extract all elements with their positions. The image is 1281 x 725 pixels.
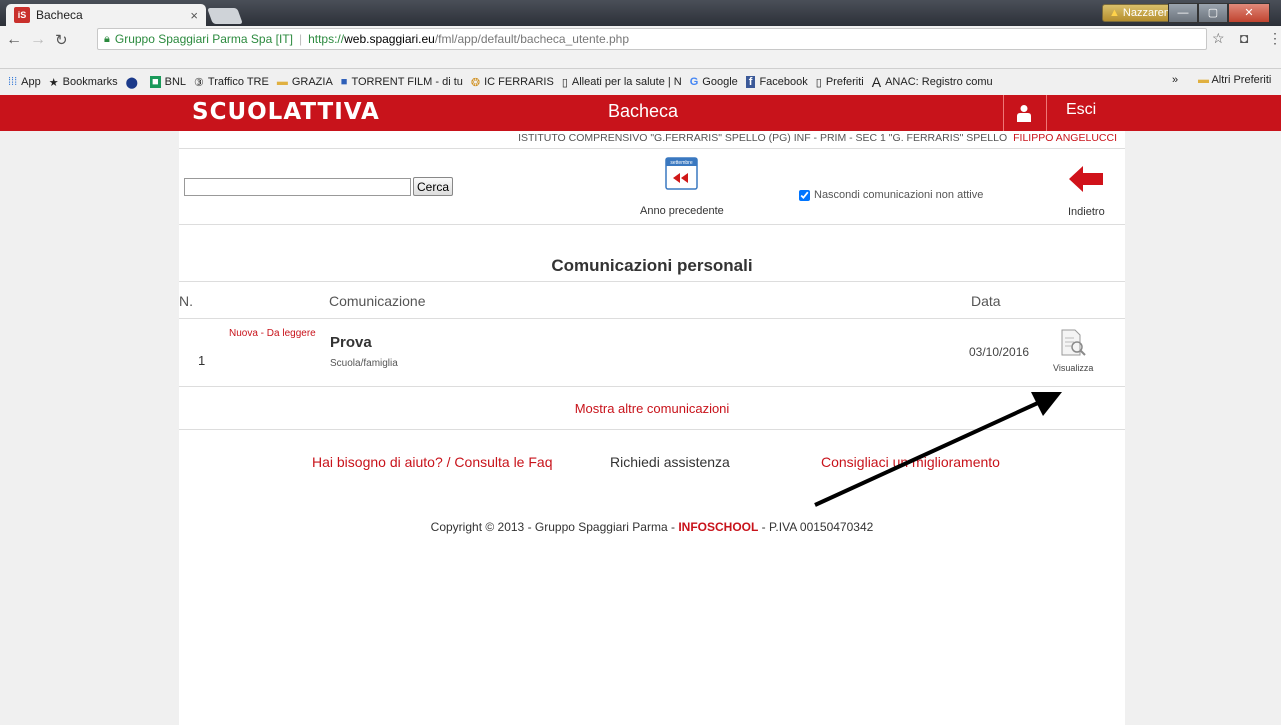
tab-close-icon[interactable]: × xyxy=(190,8,198,23)
film-icon: ■ xyxy=(340,76,348,88)
bookmark-star-icon[interactable]: ☆ xyxy=(1212,30,1225,47)
section-title: Comunicazioni personali xyxy=(551,256,753,275)
column-header-num: N. xyxy=(179,293,193,309)
search-input[interactable] xyxy=(184,178,411,196)
bnl-icon: ■ xyxy=(149,76,161,88)
lock-icon: 🔒︎ xyxy=(104,32,110,45)
help-faq-link[interactable]: Hai bisogno di aiuto? / Consulta le Faq xyxy=(312,454,552,470)
request-assistance-link[interactable]: Richiedi assistenza xyxy=(610,454,730,470)
status-badge: Nuova - Da leggere xyxy=(229,328,316,339)
bookmark-torrent[interactable]: ■ TORRENT FILM - di tu xyxy=(341,76,463,88)
browser-titlebar: iS Bacheca × ▲ Nazzareno — ▢ ✕ xyxy=(0,0,1281,26)
column-header-comm: Comunicazione xyxy=(329,293,426,309)
bookmark-alleati[interactable]: ▯ Alleati per la salute | N xyxy=(562,76,682,89)
apps-icon: ⁞⁞⁞ xyxy=(8,76,18,88)
bookmark-apps[interactable]: ⁞⁞⁞ App xyxy=(8,76,41,88)
bookmark-bnl[interactable]: ■ BNL xyxy=(149,76,186,88)
bnl-blue-icon: ⬤ xyxy=(125,76,138,89)
row-number: 1 xyxy=(198,353,206,368)
bookmark-bnl-blue[interactable]: ⬤ xyxy=(126,76,142,89)
page-icon: ▯ xyxy=(815,76,822,89)
tre-icon: ③ xyxy=(194,76,204,89)
tab-title: Bacheca xyxy=(36,8,83,22)
close-window-button[interactable]: ✕ xyxy=(1228,3,1270,23)
view-label[interactable]: Visualizza xyxy=(1053,363,1093,373)
maximize-button[interactable]: ▢ xyxy=(1198,3,1228,23)
suggest-improvement-link[interactable]: Consigliaci un miglioramento xyxy=(821,454,1000,470)
bookmarks-overflow-button[interactable]: » xyxy=(1172,74,1178,86)
view-document-icon[interactable] xyxy=(1058,328,1088,358)
svg-text:settembre: settembre xyxy=(670,160,692,166)
school-name: ISTITUTO COMPRENSIVO "G.FERRARIS" SPELLO… xyxy=(518,132,1008,144)
secure-origin-label: Gruppo Spaggiari Parma Spa [IT] xyxy=(114,32,293,46)
school-info-line: ISTITUTO COMPRENSIVO "G.FERRARIS" SPELLO… xyxy=(518,132,1117,144)
back-arrow-icon[interactable]: ← xyxy=(6,31,22,49)
back-label[interactable]: Indietro xyxy=(1068,206,1105,218)
logged-user-name[interactable]: FILIPPO ANGELUCCI xyxy=(1013,132,1117,144)
menu-icon[interactable]: ⋮ xyxy=(1268,30,1281,47)
bookmark-grazia[interactable]: ▬ GRAZIA xyxy=(277,76,333,88)
url-protocol: https:// xyxy=(308,32,345,46)
bookmark-bookmarks[interactable]: ★ Bookmarks xyxy=(49,76,118,89)
minimize-button[interactable]: — xyxy=(1168,3,1198,23)
page-title: Bacheca xyxy=(608,101,679,121)
other-bookmarks-folder[interactable]: ▬ Altri Preferiti xyxy=(1198,74,1271,86)
new-tab-button[interactable] xyxy=(207,8,243,24)
url-host: web.spaggiari.eu xyxy=(344,32,435,46)
infoschool-link[interactable]: INFOSCHOOL xyxy=(678,520,758,534)
communication-date: 03/10/2016 xyxy=(969,345,1030,359)
facebook-icon: f xyxy=(745,76,756,88)
forward-arrow-icon[interactable]: → xyxy=(30,31,46,49)
folder-icon: ▬ xyxy=(276,76,288,88)
browser-toolbar: ← → ↻ 🔒︎ Gruppo Spaggiari Parma Spa [IT]… xyxy=(0,26,1281,69)
browser-tab[interactable]: iS Bacheca × xyxy=(6,4,206,26)
warning-icon: ▲ xyxy=(1109,7,1120,19)
scuolattiva-logo[interactable]: SCUOLATTIVA xyxy=(192,99,380,125)
reload-icon[interactable]: ↻ xyxy=(55,31,68,49)
logout-button[interactable]: Esci xyxy=(1066,101,1096,119)
copyright: Copyright © 2013 - Gruppo Spaggiari Parm… xyxy=(430,520,874,534)
communication-title[interactable]: Prova xyxy=(330,334,372,351)
calendar-prev-year-icon[interactable]: settembre xyxy=(665,157,698,190)
star-icon: ★ xyxy=(48,76,59,89)
school-icon: ❂ xyxy=(470,76,481,89)
tab-favicon-icon: iS xyxy=(14,7,30,23)
bookmarks-bar: ⁞⁞⁞ App ★ Bookmarks ⬤ ■ BNL ③ Traffico TRE ▬… xyxy=(0,72,1281,92)
url-path: /fml/app/default/bacheca_utente.php xyxy=(434,32,629,46)
bookmark-facebook[interactable]: f Facebook xyxy=(745,76,808,88)
google-icon: G xyxy=(689,76,699,88)
bookmark-preferiti[interactable]: ▯ Preferiti xyxy=(816,76,864,89)
bookmark-anac[interactable]: A ANAC: Registro comu xyxy=(872,74,993,90)
hide-inactive-checkbox-label[interactable]: Nascondi comunicazioni non attive xyxy=(799,189,983,201)
show-more-link[interactable]: Mostra altre comunicazioni xyxy=(179,401,1125,416)
main-content: ISTITUTO COMPRENSIVO "G.FERRARIS" SPELLO… xyxy=(179,131,1125,725)
address-bar[interactable]: 🔒︎ Gruppo Spaggiari Parma Spa [IT] | htt… xyxy=(97,28,1207,50)
communication-category: Scuola/famiglia xyxy=(330,358,398,369)
page-icon: ▯ xyxy=(561,76,568,89)
column-header-date: Data xyxy=(971,293,1001,309)
hide-inactive-checkbox[interactable] xyxy=(799,189,810,201)
back-arrow-red-icon[interactable] xyxy=(1068,165,1104,193)
anac-icon: A xyxy=(871,74,882,90)
user-profile-icon[interactable] xyxy=(1016,104,1032,122)
bookmark-traffico-tre[interactable]: ③ Traffico TRE xyxy=(194,76,269,89)
prev-year-label[interactable]: Anno precedente xyxy=(640,205,724,217)
folder-icon: ▬ xyxy=(1198,74,1209,86)
search-button[interactable]: Cerca xyxy=(413,177,454,196)
extension-icon[interactable]: ◘ xyxy=(1240,30,1248,46)
bookmark-google[interactable]: G Google xyxy=(690,76,738,88)
bookmark-ic-ferraris[interactable]: ❂ IC FERRARIS xyxy=(471,76,554,89)
